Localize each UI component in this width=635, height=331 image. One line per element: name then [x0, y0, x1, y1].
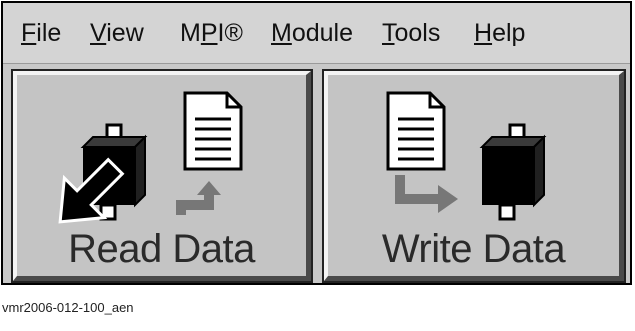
- write-data-button[interactable]: Write Data: [324, 71, 624, 281]
- application-window: File View MPI® Module Tools Help Read Da…: [1, 1, 632, 285]
- module-chip-icon: [479, 123, 547, 221]
- menu-view[interactable]: View: [90, 19, 144, 47]
- menu-file[interactable]: File: [21, 19, 61, 47]
- read-data-button[interactable]: Read Data: [13, 71, 311, 281]
- down-arrow-icon: [395, 175, 458, 213]
- document-icon: [183, 91, 243, 171]
- menu-tools[interactable]: Tools: [382, 19, 440, 47]
- menu-help[interactable]: Help: [474, 19, 525, 47]
- menu-bar: File View MPI® Module Tools Help: [3, 3, 630, 64]
- pointer-arrow-icon: [58, 157, 125, 224]
- document-icon: [386, 91, 446, 171]
- write-data-label: Write Data: [381, 227, 566, 271]
- menu-mpi[interactable]: MPI®: [180, 19, 243, 47]
- menu-module[interactable]: Module: [271, 19, 353, 47]
- up-arrow-icon: [176, 181, 221, 215]
- read-data-label: Read Data: [68, 227, 255, 271]
- figure-caption: vmr2006-012-100_aen: [2, 300, 134, 315]
